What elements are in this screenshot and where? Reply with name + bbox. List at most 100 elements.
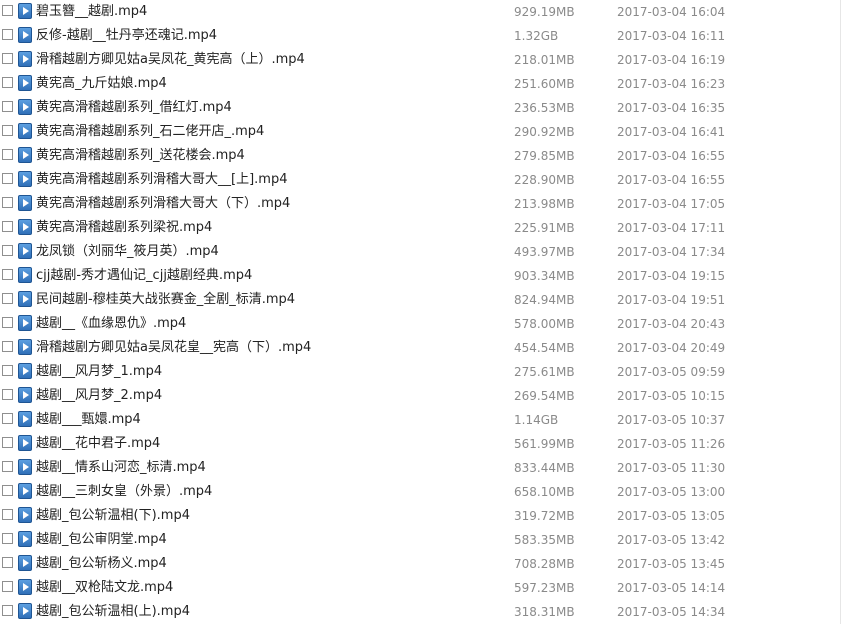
row-checkbox[interactable] bbox=[2, 485, 13, 496]
file-name[interactable]: 越剧_包公斩杨义.mp4 bbox=[36, 556, 167, 572]
file-row[interactable]: 黄宪高滑稽越剧系列_借红灯.mp4 236.53MB 2017-03-04 16:3… bbox=[0, 96, 840, 120]
row-checkbox[interactable] bbox=[2, 293, 13, 304]
row-checkbox[interactable] bbox=[2, 221, 13, 232]
row-checkbox[interactable] bbox=[2, 317, 13, 328]
file-date: 2017-03-05 13:05 bbox=[617, 509, 726, 523]
file-name[interactable]: 越剧_包公斩温相(下).mp4 bbox=[36, 508, 190, 524]
file-size: 454.54MB bbox=[514, 341, 575, 355]
file-name[interactable]: 龙凤锁（刘丽华_筱月英）.mp4 bbox=[36, 244, 219, 260]
file-row[interactable]: 越剧_包公斩杨义.mp4 708.28MB 2017-03-05 13:45 bbox=[0, 552, 840, 576]
row-checkbox[interactable] bbox=[2, 365, 13, 376]
file-name[interactable]: 黄宪高滑稽越剧系列滑稽大哥大（下）.mp4 bbox=[36, 196, 290, 212]
row-checkbox[interactable] bbox=[2, 437, 13, 448]
row-checkbox[interactable] bbox=[2, 149, 13, 160]
file-row[interactable]: 滑稽越剧方卿见姑a吴凤花皇__宪高（下）.mp4 454.54MB 2017-03-… bbox=[0, 336, 840, 360]
row-checkbox[interactable] bbox=[2, 557, 13, 568]
row-checkbox[interactable] bbox=[2, 101, 13, 112]
file-name[interactable]: 黄宪高滑稽越剧系列_借红灯.mp4 bbox=[36, 100, 232, 116]
file-name[interactable]: 黄宪高滑稽越剧系列_送花楼会.mp4 bbox=[36, 148, 245, 164]
file-row[interactable]: 越剧__三刺女皇（外景）.mp4 658.10MB 2017-03-05 13:00 bbox=[0, 480, 840, 504]
file-row[interactable]: 黄宪高_九斤姑娘.mp4 251.60MB 2017-03-04 16:23 bbox=[0, 72, 840, 96]
file-date: 2017-03-05 11:30 bbox=[617, 461, 726, 475]
file-name[interactable]: 黄宪高滑稽越剧系列_石二佬开店_.mp4 bbox=[36, 124, 264, 140]
file-size: 290.92MB bbox=[514, 125, 575, 139]
file-row[interactable]: 黄宪高滑稽越剧系列梁祝.mp4 225.91MB 2017-03-04 17:11 bbox=[0, 216, 840, 240]
file-row[interactable]: 越剧__情系山河恋_标清.mp4 833.44MB 2017-03-05 11:30 bbox=[0, 456, 840, 480]
file-row[interactable]: 碧玉簪__越剧.mp4 929.19MB 2017-03-04 16:04 bbox=[0, 0, 840, 24]
row-checkbox[interactable] bbox=[2, 197, 13, 208]
video-file-icon bbox=[18, 435, 32, 451]
row-checkbox[interactable] bbox=[2, 605, 13, 616]
file-name[interactable]: 黄宪高_九斤姑娘.mp4 bbox=[36, 76, 167, 92]
row-checkbox[interactable] bbox=[2, 341, 13, 352]
file-row[interactable]: 龙凤锁（刘丽华_筱月英）.mp4 493.97MB 2017-03-04 17:34 bbox=[0, 240, 840, 264]
file-name[interactable]: 越剧__风月梦_1.mp4 bbox=[36, 364, 162, 380]
row-checkbox[interactable] bbox=[2, 29, 13, 40]
file-row[interactable]: 黄宪高滑稽越剧系列滑稽大哥大（下）.mp4 213.98MB 2017-03-04 … bbox=[0, 192, 840, 216]
file-name[interactable]: 碧玉簪__越剧.mp4 bbox=[36, 4, 147, 20]
file-name[interactable]: 越剧__风月梦_2.mp4 bbox=[36, 388, 162, 404]
file-date: 2017-03-05 13:45 bbox=[617, 557, 726, 571]
file-name[interactable]: 反修-越剧__牡丹亭还魂记.mp4 bbox=[36, 28, 217, 44]
file-size: 708.28MB bbox=[514, 557, 575, 571]
file-list: 碧玉簪__越剧.mp4 929.19MB 2017-03-04 16:04 反修-越剧… bbox=[0, 0, 841, 624]
file-name[interactable]: 滑稽越剧方卿见姑a吴凤花_黄宪高（上）.mp4 bbox=[36, 52, 305, 68]
file-row[interactable]: 越剧_包公审阴堂.mp4 583.35MB 2017-03-05 13:42 bbox=[0, 528, 840, 552]
file-name[interactable]: 越剧_包公审阴堂.mp4 bbox=[36, 532, 167, 548]
file-date: 2017-03-04 16:35 bbox=[617, 101, 726, 115]
file-name[interactable]: 越剧__《血缘恩仇》.mp4 bbox=[36, 316, 186, 332]
file-name[interactable]: 越剧_包公斩温相(上).mp4 bbox=[36, 604, 190, 620]
file-row[interactable]: 滑稽越剧方卿见姑a吴凤花_黄宪高（上）.mp4 218.01MB 2017-03-0… bbox=[0, 48, 840, 72]
file-name[interactable]: 越剧__情系山河恋_标清.mp4 bbox=[36, 460, 206, 476]
file-size: 597.23MB bbox=[514, 581, 575, 595]
row-checkbox[interactable] bbox=[2, 245, 13, 256]
file-row[interactable]: 黄宪高滑稽越剧系列_送花楼会.mp4 279.85MB 2017-03-04 16:… bbox=[0, 144, 840, 168]
file-size: 228.90MB bbox=[514, 173, 575, 187]
file-row[interactable]: 越剧_包公斩温相(下).mp4 319.72MB 2017-03-05 13:05 bbox=[0, 504, 840, 528]
file-row[interactable]: 反修-越剧__牡丹亭还魂记.mp4 1.32GB 2017-03-04 16:11 bbox=[0, 24, 840, 48]
file-row[interactable]: 黄宪高滑稽越剧系列滑稽大哥大__[上].mp4 228.90MB 2017-03-0… bbox=[0, 168, 840, 192]
row-checkbox[interactable] bbox=[2, 509, 13, 520]
file-date: 2017-03-04 16:04 bbox=[617, 5, 726, 19]
file-date: 2017-03-04 16:23 bbox=[617, 77, 726, 91]
file-row[interactable]: cjj越剧-秀才遇仙记_cjj越剧经典.mp4 903.34MB 2017-03-0… bbox=[0, 264, 840, 288]
file-name[interactable]: 越剧__双枪陆文龙.mp4 bbox=[36, 580, 173, 596]
file-date: 2017-03-04 19:15 bbox=[617, 269, 726, 283]
row-checkbox[interactable] bbox=[2, 413, 13, 424]
video-file-icon bbox=[18, 123, 32, 139]
video-file-icon bbox=[18, 507, 32, 523]
file-row[interactable]: 越剧___甄嬛.mp4 1.14GB 2017-03-05 10:37 bbox=[0, 408, 840, 432]
row-checkbox[interactable] bbox=[2, 77, 13, 88]
row-checkbox[interactable] bbox=[2, 5, 13, 16]
file-row[interactable]: 越剧__《血缘恩仇》.mp4 578.00MB 2017-03-04 20:43 bbox=[0, 312, 840, 336]
file-size: 218.01MB bbox=[514, 53, 575, 67]
file-name[interactable]: 越剧___甄嬛.mp4 bbox=[36, 412, 141, 428]
file-name[interactable]: 越剧__三刺女皇（外景）.mp4 bbox=[36, 484, 212, 500]
video-file-icon bbox=[18, 339, 32, 355]
file-row[interactable]: 越剧__双枪陆文龙.mp4 597.23MB 2017-03-05 14:14 bbox=[0, 576, 840, 600]
file-name[interactable]: 民间越剧-穆桂英大战张赛金_全剧_标清.mp4 bbox=[36, 292, 295, 308]
row-checkbox[interactable] bbox=[2, 461, 13, 472]
file-size: 561.99MB bbox=[514, 437, 575, 451]
file-name[interactable]: cjj越剧-秀才遇仙记_cjj越剧经典.mp4 bbox=[36, 268, 252, 284]
row-checkbox[interactable] bbox=[2, 53, 13, 64]
video-file-icon bbox=[18, 315, 32, 331]
file-row[interactable]: 越剧__风月梦_1.mp4 275.61MB 2017-03-05 09:59 bbox=[0, 360, 840, 384]
row-checkbox[interactable] bbox=[2, 389, 13, 400]
row-checkbox[interactable] bbox=[2, 533, 13, 544]
file-row[interactable]: 越剧__风月梦_2.mp4 269.54MB 2017-03-05 10:15 bbox=[0, 384, 840, 408]
video-file-icon bbox=[18, 579, 32, 595]
row-checkbox[interactable] bbox=[2, 125, 13, 136]
row-checkbox[interactable] bbox=[2, 581, 13, 592]
file-row[interactable]: 民间越剧-穆桂英大战张赛金_全剧_标清.mp4 824.94MB 2017-03-0… bbox=[0, 288, 840, 312]
row-checkbox[interactable] bbox=[2, 269, 13, 280]
row-checkbox[interactable] bbox=[2, 173, 13, 184]
video-file-icon bbox=[18, 531, 32, 547]
file-name[interactable]: 滑稽越剧方卿见姑a吴凤花皇__宪高（下）.mp4 bbox=[36, 340, 311, 356]
file-row[interactable]: 越剧__花中君子.mp4 561.99MB 2017-03-05 11:26 bbox=[0, 432, 840, 456]
file-row[interactable]: 越剧_包公斩温相(上).mp4 318.31MB 2017-03-05 14:34 bbox=[0, 600, 840, 624]
file-row[interactable]: 黄宪高滑稽越剧系列_石二佬开店_.mp4 290.92MB 2017-03-04 1… bbox=[0, 120, 840, 144]
file-name[interactable]: 越剧__花中君子.mp4 bbox=[36, 436, 160, 452]
file-name[interactable]: 黄宪高滑稽越剧系列滑稽大哥大__[上].mp4 bbox=[36, 172, 287, 188]
file-name[interactable]: 黄宪高滑稽越剧系列梁祝.mp4 bbox=[36, 220, 212, 236]
